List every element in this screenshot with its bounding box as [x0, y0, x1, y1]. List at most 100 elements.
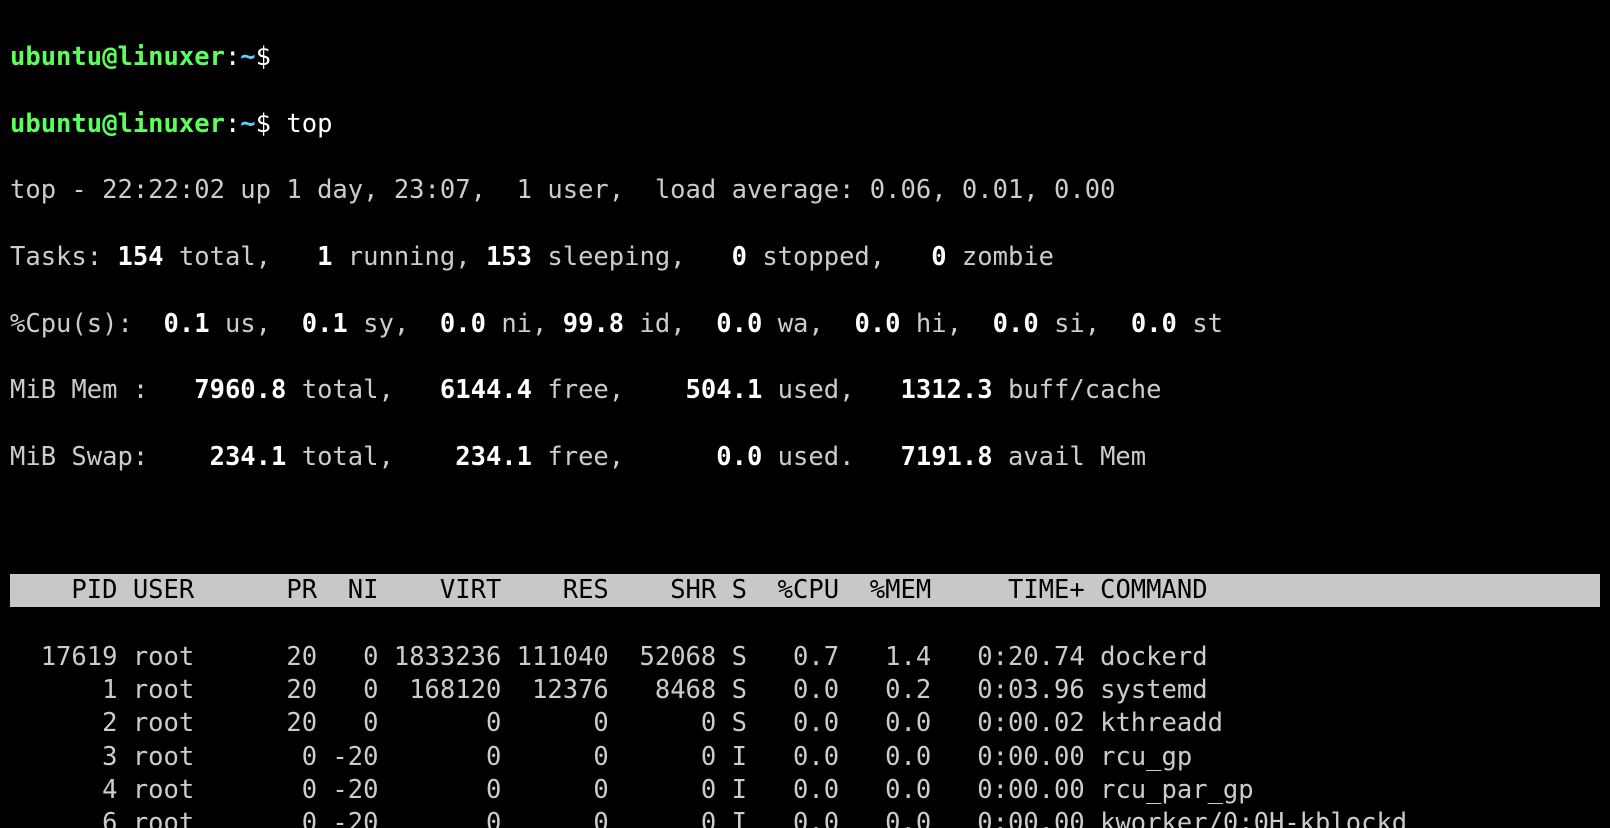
prompt-dir: ~ — [240, 109, 255, 139]
cell-res: 0 — [501, 775, 608, 805]
col-ni[interactable]: NI — [317, 575, 378, 605]
prompt-line-cmd: ubuntu@linuxer:~$ top — [10, 108, 1600, 141]
col-command[interactable]: COMMAND — [1085, 575, 1208, 605]
cell-pr: 20 — [271, 642, 317, 672]
cell-command: dockerd — [1085, 642, 1208, 672]
cell-res: 12376 — [501, 675, 608, 705]
cell-user: root — [117, 808, 271, 828]
cell-user: root — [117, 775, 271, 805]
cell-mem: 0.0 — [839, 775, 931, 805]
cell-ni: -20 — [317, 742, 378, 772]
col-time[interactable]: TIME+ — [931, 575, 1085, 605]
cell-shr: 0 — [609, 708, 716, 738]
cell-pid: 4 — [10, 775, 117, 805]
cell-pr: 0 — [271, 775, 317, 805]
cell-command: kthreadd — [1085, 708, 1223, 738]
cell-pid: 3 — [10, 742, 117, 772]
col-res[interactable]: RES — [501, 575, 608, 605]
cell-mem: 1.4 — [839, 642, 931, 672]
cell-shr: 0 — [609, 742, 716, 772]
col-pid[interactable]: PID — [10, 575, 117, 605]
cell-time: 0:00.00 — [931, 742, 1085, 772]
cell-cpu: 0.7 — [747, 642, 839, 672]
cell-user: root — [117, 642, 271, 672]
prompt-sep: : — [225, 109, 240, 139]
top-summary-swap: MiB Swap: 234.1 total, 234.1 free, 0.0 u… — [10, 441, 1600, 474]
col-user[interactable]: USER — [117, 575, 271, 605]
top-summary-cpu: %Cpu(s): 0.1 us, 0.1 sy, 0.0 ni, 99.8 id… — [10, 308, 1600, 341]
cell-mem: 0.0 — [839, 808, 931, 828]
cell-s: S — [716, 708, 747, 738]
cell-shr: 0 — [609, 775, 716, 805]
cell-time: 0:00.00 — [931, 775, 1085, 805]
col-mem[interactable]: %MEM — [839, 575, 931, 605]
top-summary-tasks: Tasks: 154 total, 1 running, 153 sleepin… — [10, 241, 1600, 274]
cell-pr: 20 — [271, 675, 317, 705]
cell-time: 0:00.02 — [931, 708, 1085, 738]
command-input: top — [286, 109, 332, 139]
cell-command: rcu_gp — [1085, 742, 1192, 772]
col-s[interactable]: S — [716, 575, 747, 605]
cell-shr: 8468 — [609, 675, 716, 705]
cell-pid: 17619 — [10, 642, 117, 672]
cell-ni: 0 — [317, 642, 378, 672]
prompt-sep: : — [225, 42, 240, 72]
cell-s: I — [716, 808, 747, 828]
col-virt[interactable]: VIRT — [378, 575, 501, 605]
cell-time: 0:00.00 — [931, 808, 1085, 828]
cell-ni: -20 — [317, 808, 378, 828]
cell-ni: 0 — [317, 675, 378, 705]
cell-user: root — [117, 742, 271, 772]
header-fill — [1208, 575, 1610, 605]
table-row: 17619 root 20 0 1833236 111040 52068 S 0… — [10, 641, 1600, 674]
process-table-header[interactable]: PID USER PR NI VIRT RES SHR S %CPU %MEM … — [10, 574, 1600, 607]
table-row: 4 root 0 -20 0 0 0 I 0.0 0.0 0:00.00 rcu… — [10, 774, 1600, 807]
cell-virt: 0 — [378, 708, 501, 738]
cell-mem: 0.2 — [839, 675, 931, 705]
cell-command: systemd — [1085, 675, 1208, 705]
col-cpu[interactable]: %CPU — [747, 575, 839, 605]
cell-s: S — [716, 642, 747, 672]
cell-s: I — [716, 775, 747, 805]
cell-virt: 1833236 — [378, 642, 501, 672]
cell-time: 0:20.74 — [931, 642, 1085, 672]
cell-shr: 0 — [609, 808, 716, 828]
cell-ni: -20 — [317, 775, 378, 805]
cell-cpu: 0.0 — [747, 775, 839, 805]
cell-pr: 20 — [271, 708, 317, 738]
cell-user: root — [117, 675, 271, 705]
col-pr[interactable]: PR — [271, 575, 317, 605]
cell-s: I — [716, 742, 747, 772]
cell-mem: 0.0 — [839, 708, 931, 738]
cell-virt: 168120 — [378, 675, 501, 705]
cell-pid: 1 — [10, 675, 117, 705]
cell-cpu: 0.0 — [747, 708, 839, 738]
col-shr[interactable]: SHR — [609, 575, 716, 605]
top-summary-line1: top - 22:22:02 up 1 day, 23:07, 1 user, … — [10, 174, 1600, 207]
terminal[interactable]: ubuntu@linuxer:~$ ubuntu@linuxer:~$ top … — [0, 0, 1610, 828]
cell-cpu: 0.0 — [747, 808, 839, 828]
cell-user: root — [117, 708, 271, 738]
blank-line — [10, 507, 1600, 540]
prompt-line-empty: ubuntu@linuxer:~$ — [10, 41, 1600, 74]
top-summary-mem: MiB Mem : 7960.8 total, 6144.4 free, 504… — [10, 374, 1600, 407]
cell-cpu: 0.0 — [747, 742, 839, 772]
cell-time: 0:03.96 — [931, 675, 1085, 705]
prompt-symbol: $ — [256, 109, 271, 139]
cell-res: 111040 — [501, 642, 608, 672]
cell-mem: 0.0 — [839, 742, 931, 772]
prompt-symbol: $ — [256, 42, 271, 72]
cell-virt: 0 — [378, 742, 501, 772]
table-row: 2 root 20 0 0 0 0 S 0.0 0.0 0:00.02 kthr… — [10, 707, 1600, 740]
table-row: 3 root 0 -20 0 0 0 I 0.0 0.0 0:00.00 rcu… — [10, 741, 1600, 774]
cell-command: rcu_par_gp — [1085, 775, 1254, 805]
cell-ni: 0 — [317, 708, 378, 738]
cell-command: kworker/0:0H-kblockd — [1085, 808, 1407, 828]
prompt-user: ubuntu@linuxer — [10, 42, 225, 72]
table-row: 6 root 0 -20 0 0 0 I 0.0 0.0 0:00.00 kwo… — [10, 807, 1600, 828]
cell-virt: 0 — [378, 775, 501, 805]
cell-shr: 52068 — [609, 642, 716, 672]
cell-pr: 0 — [271, 808, 317, 828]
prompt-dir: ~ — [240, 42, 255, 72]
cell-res: 0 — [501, 708, 608, 738]
